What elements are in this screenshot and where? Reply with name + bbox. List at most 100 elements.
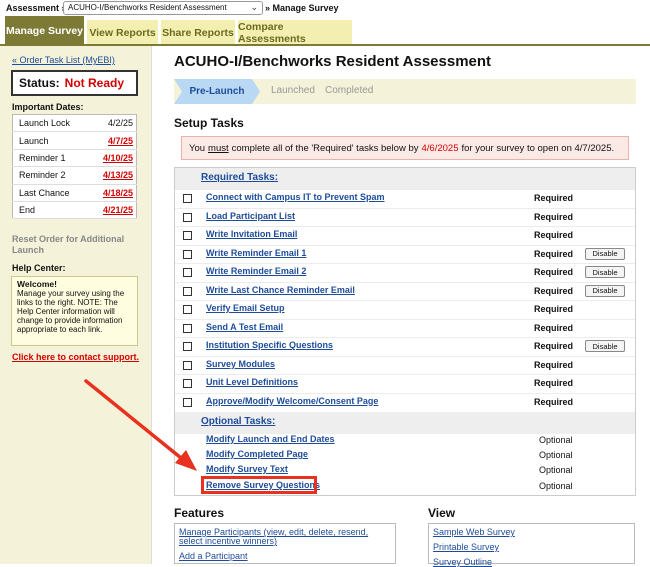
view-list: Sample Web Survey Printable Survey Surve… [428,523,635,567]
notice-text-1: You [189,142,206,154]
important-dates-heading: Important Dates: [12,102,84,112]
optional-task-link[interactable]: Modify Completed Page [206,449,308,459]
printable-survey-link[interactable]: Printable Survey [433,543,499,552]
help-center-heading: Help Center: [12,263,66,273]
optional-task-status: Optional [539,435,573,445]
deadline-notice: You must complete all of the 'Required' … [181,136,629,160]
task-checkbox[interactable] [183,323,192,333]
date-label: Launch [12,131,88,150]
date-label: Last Chance [12,184,88,202]
tab-share-reports[interactable]: Share Reports [161,20,235,45]
contact-support-link[interactable]: Click here to contact support. [12,352,139,362]
task-checkbox[interactable] [183,194,192,203]
task-checkbox[interactable] [183,212,192,222]
assessment-label: Assessment » [6,3,67,13]
tasks-panel: Required Tasks: Connect with Campus IT t… [174,167,636,496]
date-label: Reminder 2 [12,166,88,185]
tab-manage-survey[interactable]: Manage Survey [5,16,84,45]
date-label: Launch Lock [12,114,88,133]
date-value: 4/2/25 [87,114,137,133]
task-status: Required [534,341,574,351]
task-link[interactable]: Write Invitation Email [206,229,297,239]
date-row: Launch Lock 4/2/25 [12,114,137,133]
task-checkbox[interactable] [183,342,192,351]
assessment-select[interactable]: ACUHO-I/Benchworks Resident Assessment ⌄ [63,1,263,15]
notice-deadline: 4/6/2025 [421,142,459,154]
disable-button[interactable]: Disable [585,340,625,352]
view-heading: View [428,506,456,520]
task-checkbox[interactable] [183,249,192,259]
required-tasks-heading[interactable]: Required Tasks: [175,168,635,189]
disable-button[interactable]: Disable [585,247,625,260]
task-status: Required [534,230,574,240]
task-checkbox[interactable] [183,397,192,407]
add-participant-link[interactable]: Add a Participant [179,552,248,561]
order-task-list-link[interactable]: « Order Task List (MyEBI) [12,55,115,65]
task-link[interactable]: Verify Email Setup [206,303,285,313]
date-value[interactable]: 4/7/25 [87,131,137,150]
date-value[interactable]: 4/13/25 [87,166,137,185]
disable-button[interactable]: Disable [585,284,625,297]
sample-web-survey-link[interactable]: Sample Web Survey [433,528,515,537]
chevron-down-icon: ⌄ [250,2,258,12]
highlight-box [201,476,317,494]
date-value[interactable]: 4/21/25 [87,201,137,220]
task-checkbox[interactable] [183,305,192,314]
task-checkbox[interactable] [183,379,192,388]
task-checkbox[interactable] [183,360,192,370]
date-row: End 4/21/25 [12,201,137,220]
task-link[interactable]: Approve/Modify Welcome/Consent Page [206,396,378,406]
assessment-select-value: ACUHO-I/Benchworks Resident Assessment [68,3,227,12]
task-row: Send A Test Email Required [175,318,635,338]
task-row: Institution Specific Questions Required … [175,337,635,356]
notice-must: must [208,142,229,154]
date-label: Reminder 1 [12,149,88,168]
date-row: Reminder 1 4/10/25 [12,149,137,168]
breadcrumb-current: » Manage Survey [265,3,339,13]
task-status: Required [534,267,574,277]
status-value: Not Ready [64,76,125,90]
disable-button[interactable]: Disable [585,266,625,278]
notice-text-2: complete all of the 'Required' tasks bel… [231,142,419,154]
tab-compare-assessments[interactable]: Compare Assessments [238,20,352,45]
optional-task-link[interactable]: Modify Survey Text [206,464,288,474]
task-row: Write Reminder Email 1 Required Disable [175,244,635,264]
task-link[interactable]: Institution Specific Questions [206,340,333,350]
task-status: Required [534,322,574,333]
optional-task-link[interactable]: Modify Launch and End Dates [206,434,335,444]
survey-outline-link[interactable]: Survey Outline [433,558,492,567]
task-link[interactable]: Unit Level Definitions [206,377,298,387]
step-pre-launch: Pre-Launch [174,79,260,104]
task-link[interactable]: Write Last Chance Reminder Email [206,285,355,295]
task-link[interactable]: Load Participant List [206,211,295,221]
task-link[interactable]: Write Reminder Email 2 [206,266,306,276]
task-link[interactable]: Survey Modules [206,359,275,369]
task-status: Required [534,193,574,203]
task-row: Survey Modules Required [175,355,635,375]
tab-view-reports[interactable]: View Reports [87,20,158,45]
optional-task-row: Modify Launch and End Dates Optional [175,433,635,448]
task-row: Write Last Chance Reminder Email Require… [175,281,635,301]
step-completed: Completed [325,85,374,96]
task-checkbox[interactable] [183,231,192,240]
optional-tasks-heading[interactable]: Optional Tasks: [175,412,635,434]
optional-task-row: Modify Completed Page Optional [175,448,635,463]
task-status: Required [534,359,574,370]
welcome-title: Welcome! [17,279,57,289]
date-value[interactable]: 4/18/25 [87,184,137,202]
task-checkbox[interactable] [183,268,192,277]
task-status: Required [534,285,574,296]
top-bar: Assessment » ACUHO-I/Benchworks Resident… [0,0,650,16]
task-checkbox[interactable] [183,286,192,296]
notice-text-3: for your survey to open on 4/7/2025. [461,142,615,154]
welcome-text: Manage your survey using the links to th… [17,289,125,334]
manage-participants-link[interactable]: Manage Participants (view, edit, delete,… [179,528,389,546]
date-row: Last Chance 4/18/25 [12,184,137,202]
reset-order-text: Reset Order for Additional Launch [12,234,125,255]
task-link[interactable]: Write Reminder Email 1 [206,248,306,258]
task-link[interactable]: Send A Test Email [206,322,283,332]
main-tabs: Manage Survey View Reports Share Reports… [0,16,650,45]
task-row: Approve/Modify Welcome/Consent Page Requ… [175,392,635,412]
task-link[interactable]: Connect with Campus IT to Prevent Spam [206,192,385,202]
date-value[interactable]: 4/10/25 [87,149,137,168]
